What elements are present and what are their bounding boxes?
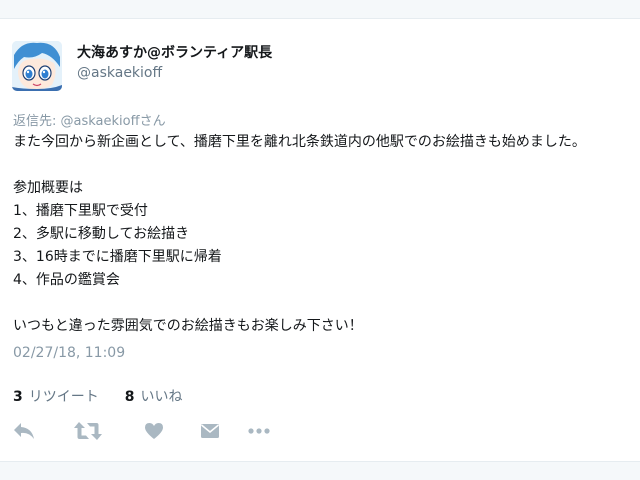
tweet-card: 大海あすか@ボランティア駅長 @askaekioff 返信先: @askaeki… [0,18,640,462]
display-name[interactable]: 大海あすか@ボランティア駅長 [77,42,272,62]
reply-button[interactable] [12,419,36,443]
like-icon [145,423,163,439]
reply-to-label[interactable]: 返信先: @askaekioffさん [13,110,166,129]
avatar[interactable] [12,41,62,91]
retweet-label: リツイート [28,389,99,405]
retweet-stat[interactable]: 3 リツイート [13,386,99,406]
like-stat[interactable]: 8 いいね [125,386,183,406]
more-button[interactable] [247,419,271,443]
like-count: 8 [124,389,135,405]
user-handle[interactable]: @askaekioff [77,65,162,81]
retweet-count: 3 [13,389,23,405]
direct-message-icon [200,424,220,438]
direct-message-button[interactable] [199,419,221,443]
tweet-actions [12,419,271,443]
top-bar [0,0,640,18]
retweet-icon [74,422,102,440]
tweet-timestamp[interactable]: 02/27/18, 11:09 [13,345,125,361]
reply-icon [14,423,34,439]
tweet-stats: 3 リツイート 8 いいね [13,386,183,406]
more-icon [248,428,270,434]
like-label: いいね [140,389,183,405]
tweet-text: また今回から新企画として、播磨下里を離れ北条鉄道内の他駅でのお絵描きも始めました… [13,134,586,334]
retweet-button[interactable] [73,419,103,443]
like-button[interactable] [143,419,165,443]
avatar-image [12,41,62,91]
